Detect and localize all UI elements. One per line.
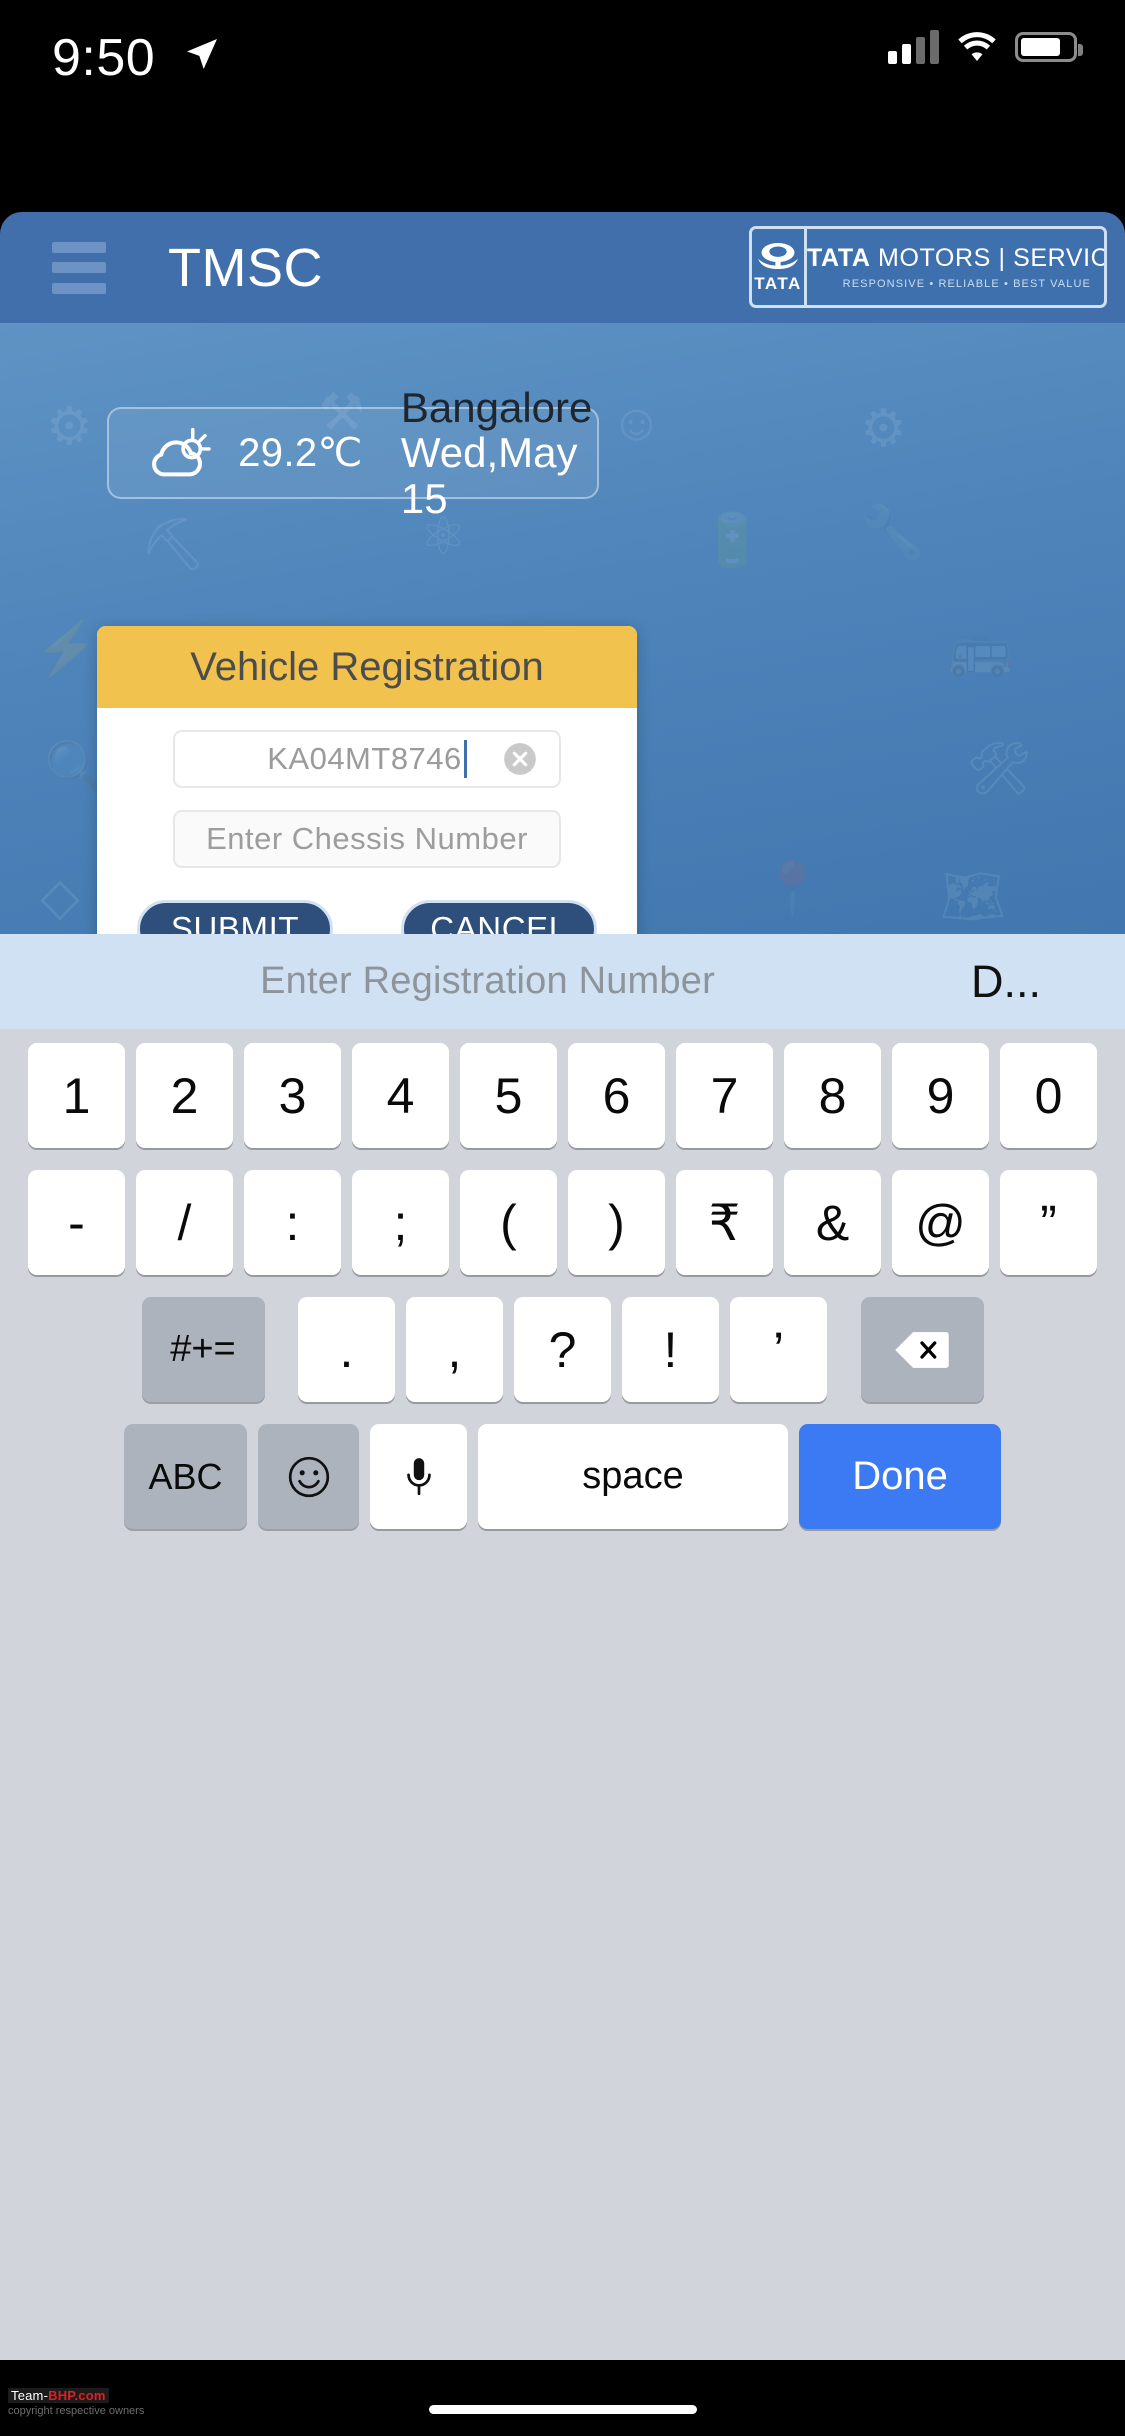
emoji-glyph (288, 1456, 329, 1497)
registration-number-input[interactable]: KA04MT8746 (173, 730, 561, 788)
cancel-button[interactable]: CANCEL (401, 900, 597, 934)
key-comma[interactable]: , (406, 1297, 503, 1402)
partly-cloudy-icon (152, 427, 211, 477)
watermark-brand-red: BHP.com (48, 2387, 106, 2403)
key-paren-open[interactable]: ( (460, 1170, 557, 1275)
weather-widget[interactable]: 29.2℃ Bangalore Wed,May 15 (107, 385, 599, 521)
weather-temperature: 29.2℃ (238, 431, 363, 475)
backspace-glyph (895, 1331, 949, 1368)
key-paren-close[interactable]: ) (568, 1170, 665, 1275)
dialog-title: Vehicle Registration (190, 644, 544, 689)
team-bhp-watermark: Team-BHP.com copyright respective owners (8, 2387, 145, 2418)
key-ampersand[interactable]: & (784, 1170, 881, 1275)
weather-location-block: Bangalore Wed,May 15 (401, 385, 597, 521)
key-at[interactable]: @ (892, 1170, 989, 1275)
microphone-glyph (406, 1457, 431, 1495)
keyboard-row-bottom: ABC space Done (0, 1424, 1125, 1529)
virtual-keyboard: Enter Registration Number D... 1 2 3 4 5… (0, 934, 1125, 2360)
keyboard-row-punctuation: #+= . , ? ! ’ (0, 1297, 1125, 1402)
brand-tagline: RESPONSIVE • RELIABLE • BEST VALUE (842, 278, 1091, 290)
key-hyphen[interactable]: - (28, 1170, 125, 1275)
clear-circle-icon[interactable] (501, 740, 539, 778)
emoji-smiley-icon[interactable] (258, 1424, 359, 1529)
tata-mark-block: TATA (752, 229, 807, 305)
weather-city: Bangalore (400, 383, 593, 431)
tata-wordmark: TATA (754, 273, 802, 293)
key-period[interactable]: . (298, 1297, 395, 1402)
key-7[interactable]: 7 (676, 1043, 773, 1148)
key-2[interactable]: 2 (136, 1043, 233, 1148)
key-slash[interactable]: / (136, 1170, 233, 1275)
brand-text-block: TATA MOTORS | SERVICE RESPONSIVE • RELIA… (807, 229, 1107, 305)
page-title: TMSC (168, 237, 323, 298)
chassis-number-placeholder: Enter Chessis Number (206, 821, 528, 856)
key-3[interactable]: 3 (244, 1043, 341, 1148)
key-4[interactable]: 4 (352, 1043, 449, 1148)
key-6[interactable]: 6 (568, 1043, 665, 1148)
key-quote[interactable]: ” (1000, 1170, 1097, 1275)
app-body: ⚙ ⚒ ☺ ⚙ ⛏ ⚛ 🔋 🔧 ⚡ 🚌 🔍 🛠 ◇ ⓘ 📍 🗺 (0, 323, 1125, 934)
key-0[interactable]: 0 (1000, 1043, 1097, 1148)
battery-icon (1015, 32, 1083, 62)
key-apostrophe[interactable]: ’ (730, 1297, 827, 1402)
status-bar: 9:50 (0, 0, 1125, 132)
key-space[interactable]: space (478, 1424, 788, 1529)
key-colon[interactable]: : (244, 1170, 341, 1275)
watermark-brand: Team- (11, 2387, 49, 2403)
location-arrow-icon (187, 39, 217, 69)
brand-main-line: TATA MOTORS | SERVICE (807, 244, 1107, 273)
predictive-suggestion[interactable]: Enter Registration Number (0, 960, 1125, 1003)
chassis-number-input[interactable]: Enter Chessis Number (173, 810, 561, 868)
wifi-icon (958, 32, 996, 61)
phone-screen: 9:50 TMSC TATA TATA MOTORS | SERVICE RES… (0, 0, 1125, 2436)
submit-button[interactable]: SUBMIT (137, 900, 333, 934)
backspace-icon[interactable] (860, 1297, 984, 1402)
text-caret (463, 740, 467, 778)
tata-motors-service-logo: TATA TATA MOTORS | SERVICE RESPONSIVE • … (749, 226, 1107, 308)
app-navbar: TMSC TATA TATA MOTORS | SERVICE RESPONSI… (0, 212, 1125, 323)
keyboard-row-numbers: 1 2 3 4 5 6 7 8 9 0 (0, 1043, 1125, 1148)
predictive-bar: Enter Registration Number D... (0, 934, 1125, 1029)
hamburger-menu-icon[interactable] (52, 241, 106, 294)
microphone-icon[interactable] (370, 1424, 467, 1529)
home-indicator[interactable] (428, 2405, 697, 2414)
status-bar-time: 9:50 (52, 29, 156, 87)
key-8[interactable]: 8 (784, 1043, 881, 1148)
tata-roundel-icon (758, 242, 798, 269)
brand-motors-service: MOTORS | SERVICE (870, 244, 1107, 272)
watermark-copyright: copyright respective owners (8, 2405, 145, 2418)
dialog-header: Vehicle Registration (97, 626, 637, 708)
vehicle-registration-dialog: Vehicle Registration KA04MT8746 Enter Ch… (97, 626, 637, 934)
key-abc-switch[interactable]: ABC (124, 1424, 247, 1529)
predictive-alternate[interactable]: D... (971, 956, 1041, 1008)
key-exclamation[interactable]: ! (622, 1297, 719, 1402)
cellular-signal-icon (888, 30, 939, 64)
footer-bar: Team-BHP.com copyright respective owners (0, 2360, 1125, 2436)
brand-tata: TATA (807, 244, 871, 272)
registration-number-value: KA04MT8746 (267, 741, 462, 776)
app-window: TMSC TATA TATA MOTORS | SERVICE RESPONSI… (0, 212, 1125, 934)
keyboard-keys: 1 2 3 4 5 6 7 8 9 0 - / : ; ( ) ₹ & @ ” … (0, 1029, 1125, 1529)
key-done[interactable]: Done (799, 1424, 1001, 1529)
keyboard-row-symbols: - / : ; ( ) ₹ & @ ” (0, 1170, 1125, 1275)
weather-date: Wed,May 15 (400, 429, 578, 522)
dialog-actions: SUBMIT CANCEL (97, 890, 637, 934)
status-bar-indicators (888, 30, 1083, 64)
watermark-logo: Team-BHP.com (8, 2387, 109, 2404)
key-question[interactable]: ? (514, 1297, 611, 1402)
key-1[interactable]: 1 (28, 1043, 125, 1148)
key-semicolon[interactable]: ; (352, 1170, 449, 1275)
key-symbol-switch[interactable]: #+= (141, 1297, 265, 1402)
key-rupee[interactable]: ₹ (676, 1170, 773, 1275)
dialog-body: KA04MT8746 Enter Chessis Number SUBMIT C… (97, 708, 637, 934)
key-9[interactable]: 9 (892, 1043, 989, 1148)
key-5[interactable]: 5 (460, 1043, 557, 1148)
